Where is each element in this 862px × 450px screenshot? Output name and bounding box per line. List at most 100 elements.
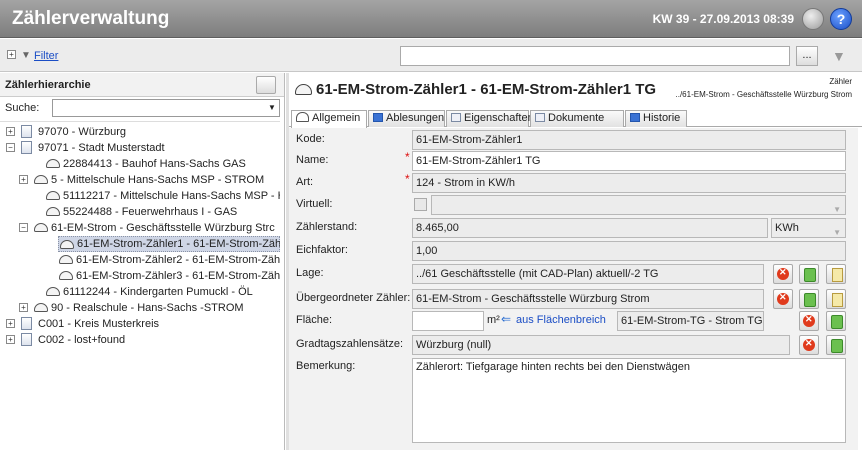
tree-node-label: C001 - Kreis Musterkreis	[38, 318, 160, 330]
document-icon	[21, 333, 32, 346]
tree-node[interactable]: 51112217 - Mittelschule Hans-Sachs MSP -…	[0, 188, 280, 204]
expand-icon[interactable]: +	[19, 175, 28, 184]
meter-icon	[46, 191, 60, 200]
tree-node[interactable]: +5 - Mittelschule Hans-Sachs MSP - STROM	[0, 172, 280, 188]
parent-delete-button[interactable]	[773, 289, 793, 309]
general-form: Kode: 61-EM-Strom-Zähler1 Name: * 61-EM-…	[289, 128, 858, 450]
filter-funnel-icon[interactable]: ▼	[832, 48, 846, 64]
tab-eigenschaften[interactable]: Eigenschaften	[446, 110, 534, 127]
tab-historie[interactable]: Historie	[625, 110, 687, 127]
expand-icon[interactable]: +	[6, 335, 15, 344]
tree-node-label: 55224488 - Feuerwehrhaus I - GAS	[63, 206, 238, 218]
parent-meter-field: 61-EM-Strom - Geschäftsstelle Würzburg S…	[412, 289, 764, 309]
lage-pick-button[interactable]	[799, 264, 819, 284]
bemerkung-label: Bemerkung:	[296, 360, 356, 372]
meter-icon	[34, 223, 48, 232]
parent-pick-button[interactable]	[799, 289, 819, 309]
kode-field: 61-EM-Strom-Zähler1	[412, 130, 846, 150]
left-panel: Zählerhierarchie Suche: ▼ +97070 - Würzb…	[0, 73, 285, 450]
eichfaktor-label: Eichfaktor:	[296, 244, 348, 256]
left-panel-header: Zählerhierarchie	[0, 73, 284, 97]
document-icon	[535, 113, 545, 122]
tree-node-label: 61-EM-Strom - Geschäftsstelle Würzburg S…	[51, 222, 275, 234]
tree-node[interactable]: + C002 - lost+found	[0, 332, 280, 348]
collapse-icon[interactable]: −	[6, 143, 15, 152]
detail-path: ../61-EM-Strom - Geschäftsstelle Würzbur…	[675, 90, 853, 99]
parent-note-button[interactable]	[826, 289, 846, 309]
bemerkung-textarea[interactable]: Zählerort: Tiefgarage hinten rechts bei …	[412, 358, 846, 443]
funnel-icon: ▼	[21, 50, 31, 61]
flaeche-label: Fläche:	[296, 314, 333, 326]
tree-node[interactable]: + C001 - Kreis Musterkreis	[0, 316, 280, 332]
meter-icon	[295, 84, 312, 95]
tree-node-label: 5 - Mittelschule Hans-Sachs MSP - STROM	[51, 174, 265, 186]
tree-node-label: 97070 - Würzburg	[38, 126, 127, 138]
search-select[interactable]: ▼	[52, 99, 280, 117]
name-field[interactable]: 61-EM-Strom-Zähler1 TG	[412, 151, 846, 171]
filter-dots-button[interactable]: ...	[796, 46, 818, 66]
detail-tabs: Allgemein Ablesungen Eigenschaften Dokum…	[289, 109, 862, 128]
gradtag-delete-button[interactable]	[799, 335, 819, 355]
gradtag-field: Würzburg (null)	[412, 335, 790, 355]
virtuell-select[interactable]: ▼	[431, 195, 846, 215]
tab-label: Dokumente	[548, 112, 605, 124]
parent-meter-label: Übergeordneter Zähler:	[296, 292, 411, 304]
tab-ablesungen[interactable]: Ablesungen	[368, 110, 445, 127]
flaeche-delete-button[interactable]	[799, 311, 819, 331]
flaeche-input[interactable]	[412, 311, 484, 331]
filter-expand-icon[interactable]: +	[7, 50, 16, 59]
lage-note-button[interactable]	[826, 264, 846, 284]
filter-input[interactable]	[400, 46, 790, 66]
flaeche-pick-button[interactable]	[826, 311, 846, 331]
tree-node[interactable]: +90 - Realschule - Hans-Sachs -STROM	[0, 300, 280, 316]
tree-node[interactable]: − 61-EM-Strom - Geschäftsstelle Würzburg …	[0, 220, 280, 236]
tree-node[interactable]: − 97071 - Stadt Musterstadt	[0, 140, 280, 156]
arrow-icon	[373, 113, 383, 122]
hierarchy-tool-button[interactable]	[256, 76, 276, 94]
kode-label: Kode:	[296, 133, 325, 145]
virtuell-checkbox[interactable]	[414, 198, 427, 211]
art-field: 124 - Strom in KW/h	[412, 173, 846, 193]
required-marker: *	[405, 150, 410, 164]
expand-icon[interactable]: +	[6, 127, 15, 136]
expand-icon[interactable]: +	[6, 319, 15, 328]
zaehlerstand-field[interactable]: 8.465,00	[412, 218, 768, 238]
tree-node-label: 97071 - Stadt Musterstadt	[38, 142, 165, 154]
tree-node[interactable]: 61-EM-Strom-Zähler3 - 61-EM-Strom-Zähl	[0, 268, 280, 284]
tree-node[interactable]: +97070 - Würzburg	[0, 124, 280, 140]
meter-icon	[60, 240, 74, 249]
gradtag-label: Gradtagszahlensätze:	[296, 338, 404, 350]
tab-allgemein[interactable]: Allgemein	[291, 110, 367, 128]
tree-node[interactable]: 55224488 - Feuerwehrhaus I - GAS	[0, 204, 280, 220]
history-icon	[630, 113, 640, 122]
search-label: Suche:	[5, 102, 40, 114]
app-title: Zählerverwaltung	[12, 8, 170, 29]
filter-link[interactable]: Filter	[34, 50, 58, 62]
chevron-down-icon: ▼	[833, 228, 841, 237]
meter-icon	[34, 303, 48, 312]
expand-icon[interactable]: +	[19, 303, 28, 312]
filter-bar: + ▼ Filter ... ▼	[0, 39, 862, 72]
week-datetime: KW 39 - 27.09.2013 08:39	[652, 12, 794, 26]
tree-node[interactable]: 61-EM-Strom-Zähler2 - 61-EM-Strom-Zähl	[0, 252, 280, 268]
unit-select[interactable]: KWh ▼	[771, 218, 846, 238]
meter-icon	[46, 207, 60, 216]
lage-delete-button[interactable]	[773, 264, 793, 284]
tree-node[interactable]: 61-EM-Strom-Zähler1 - 61-EM-Strom-Zähl	[58, 236, 280, 252]
gradtag-pick-button[interactable]	[826, 335, 846, 355]
tab-label: Eigenschaften	[464, 112, 534, 124]
tree-node[interactable]: 22884413 - Bauhof Hans-Sachs GAS	[0, 156, 280, 172]
tree-node-label: 61-EM-Strom-Zähler2 - 61-EM-Strom-Zähl	[76, 254, 280, 266]
help-icon[interactable]: ?	[830, 8, 852, 30]
name-label: Name:	[296, 154, 329, 166]
tree-node[interactable]: 61112244 - Kindergarten Pumuckl - ÖL	[0, 284, 280, 300]
zaehlerstand-label: Zählerstand:	[296, 221, 358, 233]
chevron-down-icon[interactable]: ▼	[265, 100, 279, 116]
flaeche-link[interactable]: aus Flächenbreich	[516, 314, 606, 326]
document-icon	[21, 125, 32, 138]
collapse-icon[interactable]: −	[19, 223, 28, 232]
tree-node-label: 22884413 - Bauhof Hans-Sachs GAS	[63, 158, 246, 170]
flaeche-unit: m²	[487, 314, 500, 326]
tab-dokumente[interactable]: Dokumente	[530, 110, 624, 127]
globe-icon[interactable]	[802, 8, 824, 30]
